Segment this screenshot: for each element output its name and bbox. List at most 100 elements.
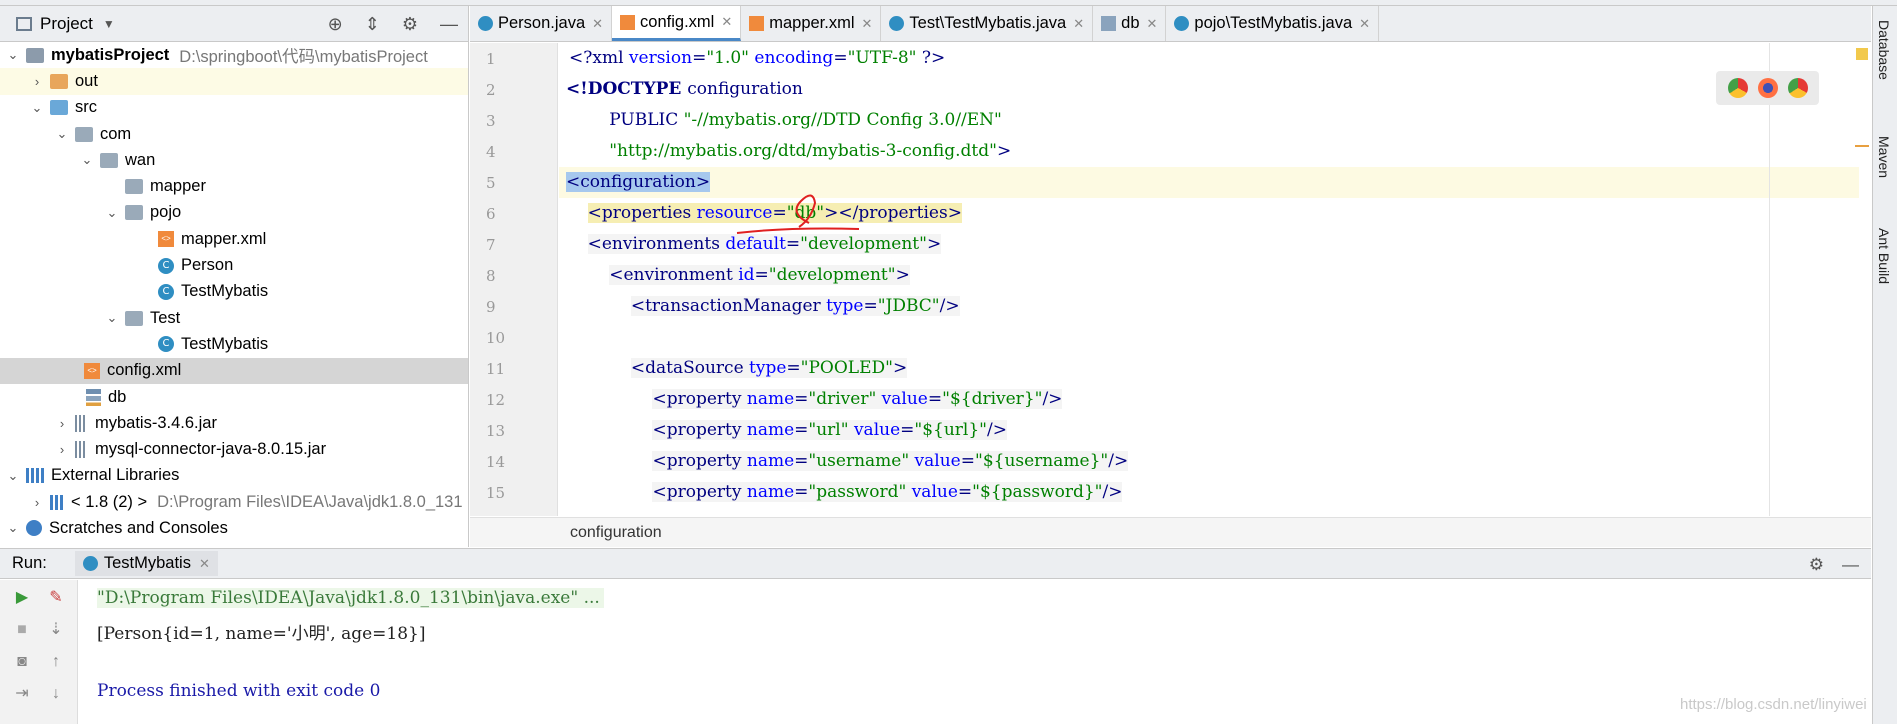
chevron-down-icon[interactable]: ⌄	[105, 310, 119, 326]
chevron-down-icon[interactable]: ▼	[103, 17, 115, 31]
chevron-right-icon[interactable]: ›	[30, 74, 44, 89]
firefox-icon[interactable]	[1757, 78, 1778, 98]
class-icon	[478, 16, 493, 31]
chevron-right-icon[interactable]: ›	[30, 495, 44, 510]
stop-icon[interactable]: ■	[12, 620, 32, 640]
tree-item-external-libraries[interactable]: ⌄ External Libraries	[0, 463, 468, 489]
run-tab-testmybatis[interactable]: TestMybatis ✕	[74, 551, 218, 576]
jar-icon	[75, 414, 87, 432]
tree-item-src[interactable]: ⌄ src	[0, 95, 468, 121]
tree-item-scratches[interactable]: ⌄ Scratches and Consoles	[0, 515, 468, 541]
code-editor[interactable]: <?xml version="1.0" encoding="UTF-8" ?> …	[559, 43, 1871, 516]
tab-label: mapper.xml	[769, 14, 855, 32]
console-output[interactable]: "D:\Program Files\IDEA\Java\jdk1.8.0_131…	[79, 580, 1871, 724]
tab-db[interactable]: db ✕	[1093, 6, 1167, 41]
tree-item-out[interactable]: › out	[0, 68, 468, 95]
tree-item-com[interactable]: ⌄ com	[0, 121, 468, 147]
xml-file-icon	[749, 16, 765, 31]
line-number: 4	[486, 143, 496, 161]
rerun-icon[interactable]: ▶	[12, 588, 32, 608]
tab-test-testmybatis[interactable]: Test\TestMybatis.java ✕	[881, 6, 1094, 41]
module-folder-icon	[26, 47, 44, 63]
close-icon[interactable]: ✕	[721, 14, 732, 30]
tree-item-label: < 1.8 (2) >	[71, 492, 148, 511]
package-icon	[100, 152, 118, 168]
locate-icon[interactable]: ⊕	[328, 14, 343, 35]
close-icon[interactable]: ✕	[199, 556, 210, 572]
down-arrow-icon[interactable]: ↓	[46, 684, 66, 704]
scroll-marker[interactable]	[1855, 145, 1869, 147]
chevron-down-icon[interactable]: ⌄	[55, 126, 69, 142]
tree-item-mapper[interactable]: mapper	[0, 173, 468, 199]
tree-item-db[interactable]: db	[0, 384, 468, 410]
tree-item-wan[interactable]: ⌄ wan	[0, 147, 468, 173]
up-arrow-icon[interactable]: ↑	[46, 652, 66, 672]
maven-tool-button[interactable]: Maven	[1876, 136, 1892, 178]
chevron-right-icon[interactable]: ›	[55, 442, 69, 457]
tree-item-mapper-xml[interactable]: <> mapper.xml	[0, 226, 468, 252]
gear-icon[interactable]: ⚙	[1809, 555, 1824, 575]
project-panel-title[interactable]: Project	[40, 14, 93, 34]
tree-item-jdk[interactable]: › < 1.8 (2) > D:\Program Files\IDEA\Java…	[0, 489, 468, 515]
database-tool-button[interactable]: Database	[1876, 20, 1892, 80]
close-icon[interactable]: ✕	[1073, 16, 1084, 32]
line-number: 9	[486, 298, 496, 316]
tree-item-mysql-jar[interactable]: › mysql-connector-java-8.0.15.jar	[0, 436, 468, 462]
class-icon: C	[158, 336, 174, 353]
line-number: 3	[486, 112, 496, 130]
minimize-icon[interactable]: —	[440, 14, 458, 35]
close-icon[interactable]: ✕	[1359, 16, 1370, 32]
tab-person-java[interactable]: Person.java ✕	[470, 6, 613, 41]
folder-source-icon	[50, 100, 68, 116]
edit-config-icon[interactable]: ✎	[46, 588, 66, 608]
line-number: 1	[486, 50, 496, 68]
watermark: https://blog.csdn.net/linyiwei	[1680, 696, 1867, 713]
chevron-down-icon[interactable]: ⌄	[6, 468, 20, 484]
ant-build-tool-button[interactable]: Ant Build	[1876, 228, 1892, 284]
tab-config-xml[interactable]: config.xml ✕	[612, 6, 742, 41]
tab-label: Person.java	[498, 14, 586, 32]
project-tree: ⌄ mybatisProject D:\springboot\代码\mybati…	[0, 42, 468, 542]
tree-item-mybatisproject[interactable]: ⌄ mybatisProject D:\springboot\代码\mybati…	[0, 42, 468, 68]
close-icon[interactable]: ✕	[592, 16, 603, 32]
tree-item-person[interactable]: C Person	[0, 252, 468, 278]
gear-icon[interactable]: ⚙	[402, 14, 418, 35]
line-gutter: 1 2 3 4 5 6 7 8 9 10 11 12 13 14 15	[470, 43, 590, 516]
sort-icon[interactable]: ⇣	[46, 620, 66, 640]
chrome-icon[interactable]	[1787, 78, 1808, 98]
chevron-down-icon[interactable]: ⌄	[105, 205, 119, 221]
exit-icon[interactable]: ⇥	[12, 684, 32, 704]
tree-item-config-xml[interactable]: <> config.xml	[0, 357, 468, 384]
chevron-right-icon[interactable]: ›	[55, 416, 69, 431]
chrome-icon[interactable]	[1727, 78, 1748, 98]
tab-mapper-xml[interactable]: mapper.xml ✕	[741, 6, 882, 41]
xml-file-icon: <>	[158, 231, 174, 248]
jar-icon	[75, 441, 87, 459]
tree-item-test[interactable]: ⌄ Test	[0, 305, 468, 331]
camera-icon[interactable]: ◙	[12, 652, 32, 672]
breadcrumb[interactable]: configuration	[470, 517, 1871, 547]
tree-item-test-testmybatis[interactable]: C TestMybatis	[0, 331, 468, 357]
tree-item-mybatis-jar[interactable]: › mybatis-3.4.6.jar	[0, 410, 468, 436]
right-tool-strip: Database Maven Ant Build	[1872, 6, 1897, 724]
tab-label: pojo\TestMybatis.java	[1194, 14, 1353, 32]
chevron-down-icon[interactable]: ⌄	[6, 520, 20, 536]
tree-item-testmybatis[interactable]: C TestMybatis	[0, 279, 468, 305]
tree-item-label: Test	[150, 308, 181, 327]
tree-item-pojo[interactable]: ⌄ pojo	[0, 200, 468, 226]
chevron-down-icon[interactable]: ⌄	[30, 100, 44, 116]
close-icon[interactable]: ✕	[862, 16, 873, 32]
close-icon[interactable]: ✕	[1147, 16, 1158, 32]
console-output-line: [Person{id=1, name='小明', age=18}]	[97, 624, 426, 644]
library-icon	[26, 468, 44, 484]
collapse-all-icon[interactable]: ⇕	[365, 14, 380, 35]
breadcrumb-item[interactable]: configuration	[570, 524, 662, 541]
tab-pojo-testmybatis[interactable]: pojo\TestMybatis.java ✕	[1166, 6, 1380, 41]
chevron-down-icon[interactable]: ⌄	[80, 152, 94, 168]
chevron-down-icon[interactable]: ⌄	[6, 47, 20, 63]
warning-marker-icon[interactable]	[1856, 48, 1868, 60]
right-margin-guide	[1769, 43, 1770, 516]
minimize-icon[interactable]: —	[1842, 555, 1859, 575]
tree-item-label: pojo	[150, 203, 182, 222]
tree-item-label: com	[100, 124, 132, 143]
